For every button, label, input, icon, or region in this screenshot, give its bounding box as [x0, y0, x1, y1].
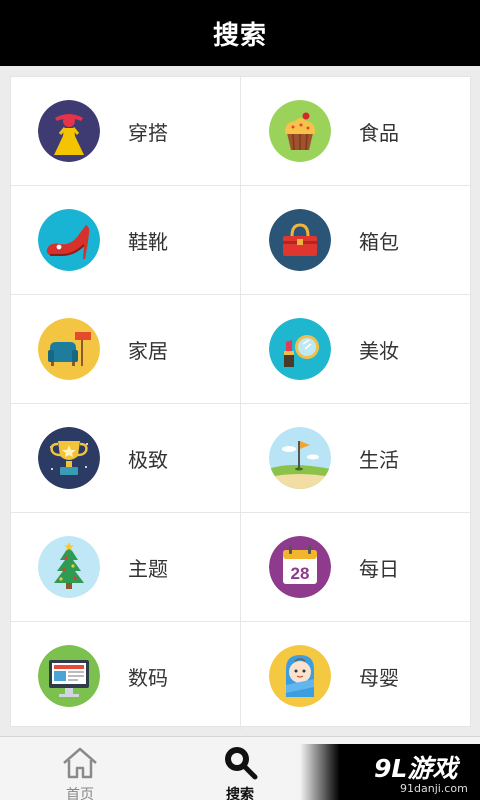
category-label: 母婴: [359, 665, 399, 690]
category-item-xiangbao[interactable]: 箱包: [242, 186, 472, 294]
category-label: 美妆: [359, 338, 399, 363]
category-label: 箱包: [359, 229, 399, 254]
watermark-url: 91danji.com: [400, 782, 468, 795]
category-item-meizhuang[interactable]: 美妆: [242, 295, 472, 403]
trophy-icon: [38, 427, 100, 489]
category-item-meiri[interactable]: 28 每日: [242, 513, 472, 621]
app-header: 搜索: [0, 0, 480, 66]
category-item-zhuti[interactable]: 主题: [11, 513, 241, 621]
watermark-logo: 9L游戏: [374, 754, 458, 783]
page-title: 搜索: [212, 20, 267, 51]
cupcake-icon: [269, 100, 331, 162]
category-item-muying[interactable]: 母婴: [242, 622, 472, 730]
category-item-shipin[interactable]: 食品: [242, 77, 472, 185]
armchair-icon: [38, 318, 100, 380]
category-item-shuma[interactable]: 数码: [11, 622, 241, 730]
category-label: 数码: [128, 665, 168, 690]
tab-search-label: 搜索: [226, 787, 254, 800]
baby-icon: [269, 645, 331, 707]
category-item-jiaju[interactable]: 家居: [11, 295, 241, 403]
search-icon: [220, 743, 260, 783]
tab-home-label: 首页: [66, 787, 94, 800]
golf-flag-icon: [269, 427, 331, 489]
tab-home[interactable]: 首页: [35, 737, 125, 800]
category-item-jizhi[interactable]: 极致: [11, 404, 241, 512]
category-label: 生活: [359, 447, 399, 472]
christmas-tree-icon: [38, 536, 100, 598]
category-item-shenghuo[interactable]: 生活: [242, 404, 472, 512]
category-item-xiexue[interactable]: 鞋靴: [11, 186, 241, 294]
category-label: 每日: [359, 556, 399, 581]
category-label: 食品: [359, 120, 399, 145]
lipstick-mirror-icon: [269, 318, 331, 380]
monitor-icon: [38, 645, 100, 707]
category-label: 鞋靴: [128, 229, 168, 254]
calendar-day: 28: [291, 564, 310, 583]
handbag-icon: [269, 209, 331, 271]
category-grid: 穿搭 食品 鞋靴 箱包 家居 美妆 极致 生活 主题 28 每日 数码 母婴: [10, 76, 472, 730]
category-label: 家居: [128, 338, 168, 363]
category-label: 极致: [128, 447, 168, 472]
high-heel-icon: [38, 209, 100, 271]
tab-search[interactable]: 搜索: [195, 737, 285, 800]
home-icon: [60, 743, 100, 783]
dress-icon: [38, 100, 100, 162]
calendar-icon: 28: [269, 536, 331, 598]
category-label: 穿搭: [128, 120, 168, 145]
category-item-chuanda[interactable]: 穿搭: [11, 77, 241, 185]
watermark: 9L游戏 91danji.com: [300, 744, 480, 800]
category-label: 主题: [128, 556, 168, 581]
